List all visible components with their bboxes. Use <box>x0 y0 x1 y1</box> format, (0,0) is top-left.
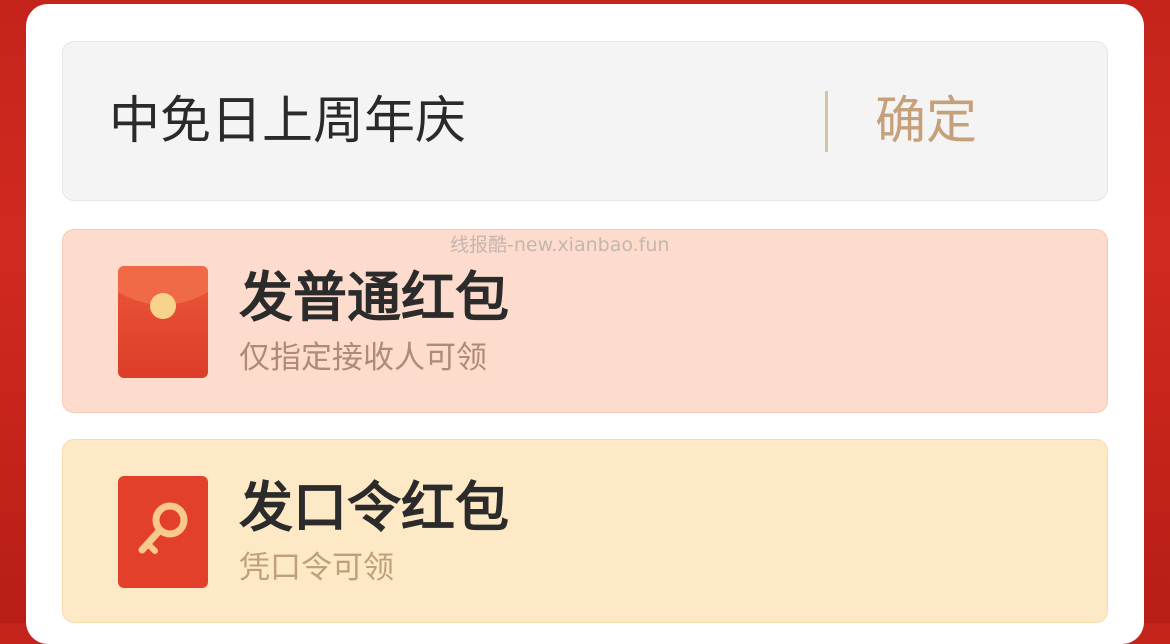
password-red-packet-title: 发口令红包 <box>239 476 509 539</box>
password-input[interactable] <box>109 92 809 152</box>
password-input-row: 确定 <box>62 41 1108 201</box>
normal-red-packet-subtitle: 仅指定接收人可领 <box>239 340 487 376</box>
confirm-button[interactable]: 确定 <box>875 92 977 152</box>
input-divider <box>825 91 828 152</box>
password-red-packet-option[interactable]: 发口令红包 凭口令可领 <box>62 439 1108 623</box>
watermark-text: 线报酷-new.xianbao.fun <box>450 234 670 256</box>
normal-red-packet-title: 发普通红包 <box>239 266 509 329</box>
key-icon <box>118 476 208 588</box>
password-red-packet-subtitle: 凭口令可领 <box>239 550 394 586</box>
red-envelope-icon <box>118 266 208 378</box>
red-packet-panel: 确定 发普通红包 仅指定接收人可领 发口令红包 凭口令可领 <box>26 4 1144 644</box>
